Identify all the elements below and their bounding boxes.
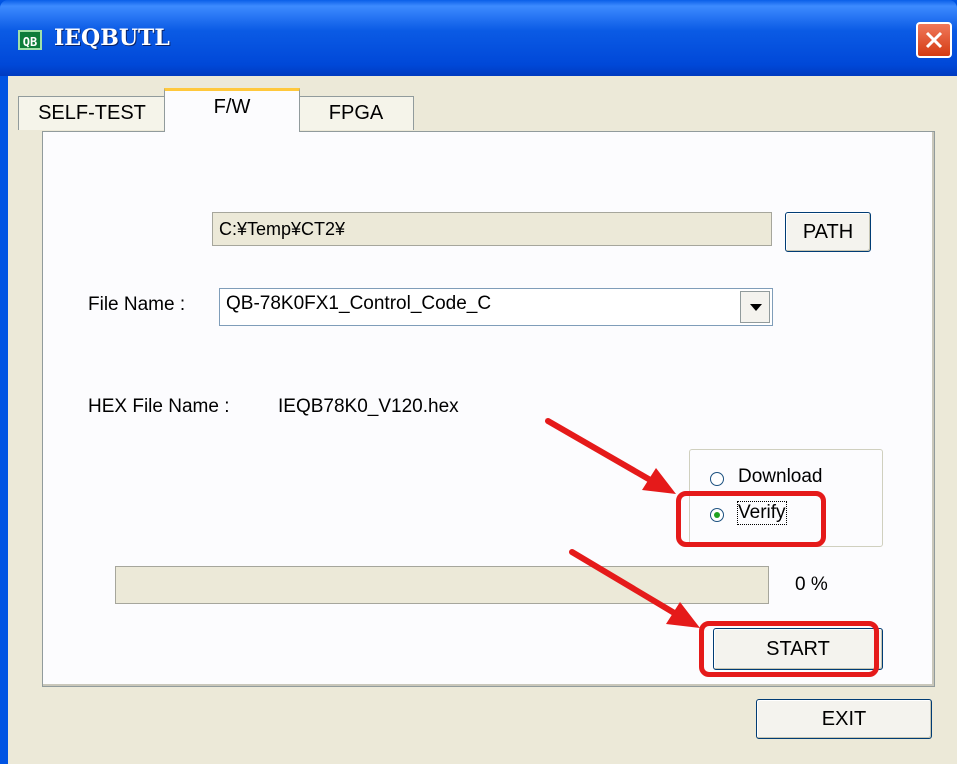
annotation-arrows [545, 418, 700, 628]
application-window: QB IEQBUTL SELF-TEST F/W FPGA C:¥Temp¥CT… [0, 0, 957, 764]
arrow-to-verify [545, 418, 676, 494]
arrow-to-start [569, 549, 700, 628]
tab-fw[interactable]: F/W [164, 88, 300, 132]
